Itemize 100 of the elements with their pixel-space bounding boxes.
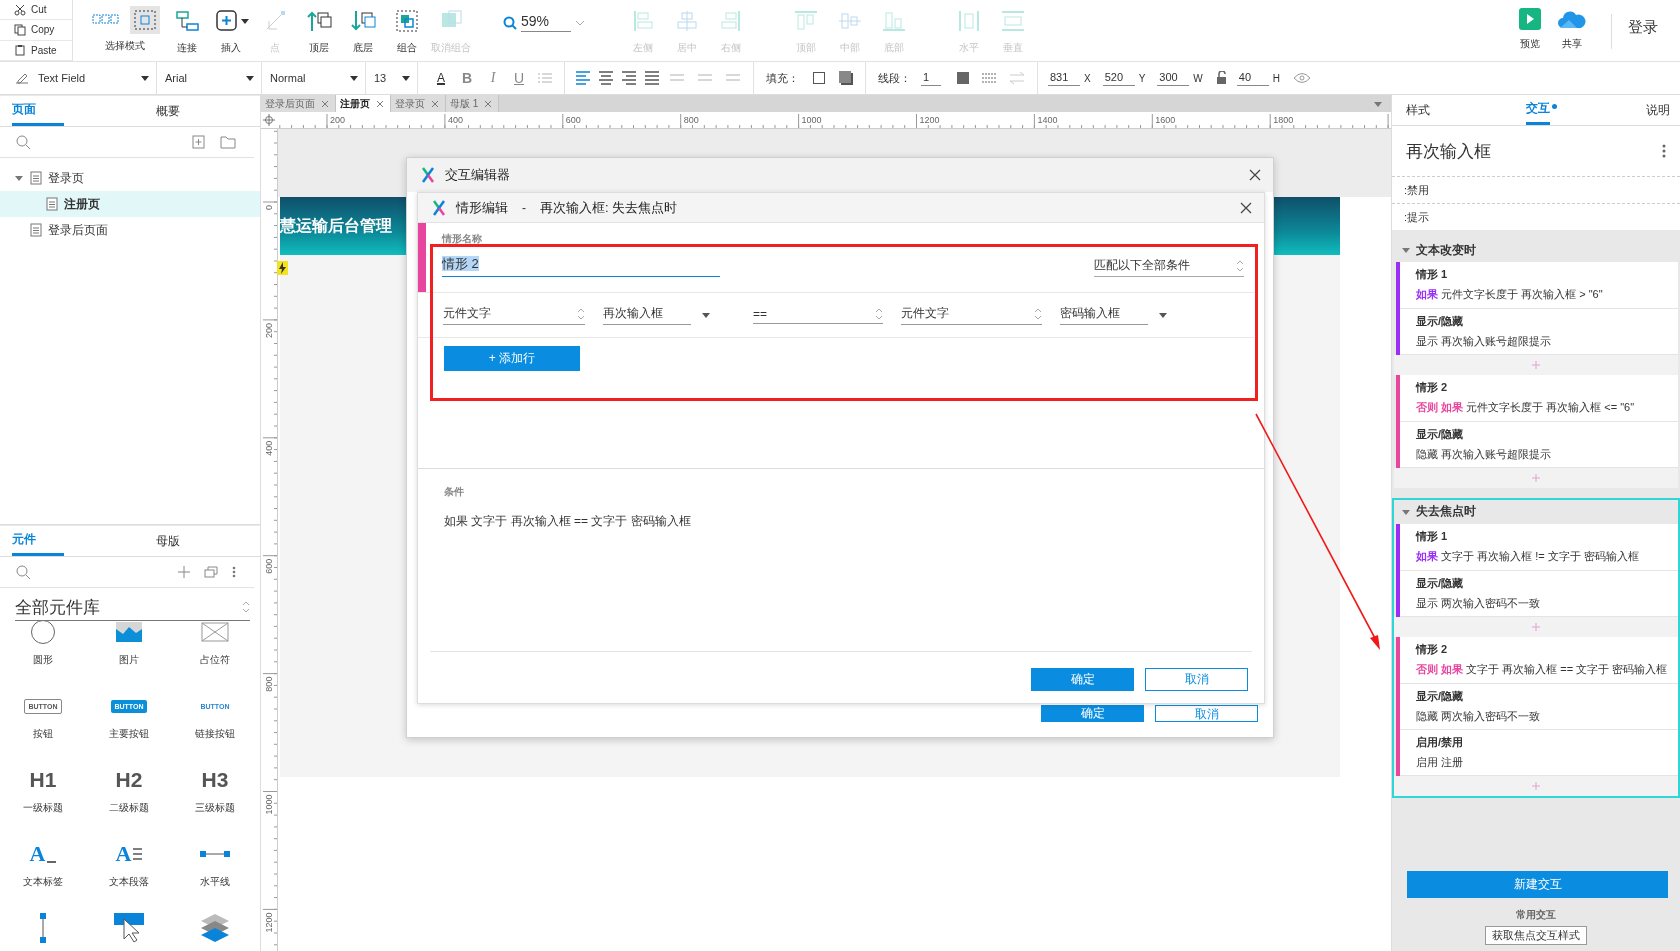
condition-dropdown[interactable]: 密码输入框 <box>1060 305 1148 325</box>
action-detail: 隐藏 再次输入账号超限提示 <box>1416 446 1553 462</box>
ruler-label: 600 <box>264 558 274 574</box>
up-down-icon <box>1034 306 1042 321</box>
coordinate-field[interactable]: 300 <box>1157 70 1190 86</box>
align-bottom-icon <box>880 9 908 33</box>
plus-icon <box>178 566 190 578</box>
component-label: 文本段落 <box>109 875 149 889</box>
match-select[interactable]: 匹配以下全部条件 <box>1094 257 1244 277</box>
case-name: 情形 2 <box>1416 379 1449 395</box>
page-item[interactable]: 登录后页面 <box>0 217 260 243</box>
action-card[interactable]: 显示/隐藏 隐藏 两次输入密码不一致 <box>1400 683 1678 730</box>
component-label: 主要按钮 <box>109 727 149 741</box>
condition-summary: 如果 文字于 再次输入框 == 文字于 密码输入框 <box>444 513 692 530</box>
ruler-label: 1200 <box>264 912 274 933</box>
toolbar-button[interactable]: 插入 <box>209 0 253 61</box>
panel-tab[interactable]: 页面 <box>12 96 64 126</box>
font-color-button[interactable]: A <box>428 71 454 85</box>
new-interaction-button[interactable]: 新建交互 <box>1407 871 1668 898</box>
condition-dropdown[interactable]: 再次输入框 <box>603 305 691 325</box>
dialog-title: 情形编辑 <box>456 198 508 217</box>
login-button[interactable]: 登录 <box>1628 18 1658 43</box>
heading-preview: H1 <box>29 768 57 792</box>
vertical-line-icon <box>39 913 47 943</box>
clipboard-button[interactable]: Copy <box>0 20 72 41</box>
coordinate-field[interactable]: 831 <box>1048 70 1080 86</box>
image-icon <box>115 621 143 643</box>
action-detail: 启用 注册 <box>1416 754 1465 770</box>
event-header[interactable]: 文本改变时 <box>1394 238 1678 262</box>
ruler-label: 800 <box>683 115 699 125</box>
action-detail: 隐藏 两次输入密码不一致 <box>1416 708 1542 724</box>
connector-icon <box>173 9 201 33</box>
action-card[interactable]: 启用/禁用 启用 注册 <box>1400 729 1678 776</box>
mode-button[interactable] <box>130 6 160 34</box>
component-label: 二级标题 <box>109 801 149 815</box>
caret-icon <box>349 74 359 82</box>
fill-color-swatch[interactable] <box>813 72 825 84</box>
event-header[interactable]: 失去焦点时 <box>1394 499 1678 524</box>
case-name-field[interactable]: 情形 2 <box>442 255 720 277</box>
panel-tab[interactable]: 说明 <box>1646 95 1670 125</box>
toolbar-button[interactable]: 顶层 <box>297 0 341 61</box>
common-interaction-item[interactable]: 获取焦点交互样式 <box>1485 926 1587 945</box>
case-card[interactable]: 情形 1 如果 文字于 再次输入框 != 文字于 密码输入框 <box>1400 523 1678 571</box>
library-dropdown[interactable]: 全部元件库 <box>15 594 250 621</box>
toolbar-button[interactable]: 底层 <box>341 0 385 61</box>
section-label: 常用交互 <box>1516 908 1556 922</box>
axis-label: Y <box>1138 72 1146 84</box>
case-card[interactable]: 情形 2 否则 如果 元件文字长度于 再次输入框 <= "6" <box>1400 374 1678 422</box>
panel-tab[interactable]: 样式 <box>1406 95 1430 125</box>
font-weight-dropdown[interactable]: Normal <box>262 62 366 94</box>
line-width-field[interactable]: 1 <box>921 70 941 86</box>
condition-select[interactable]: == <box>753 306 883 324</box>
clipboard-button[interactable]: Cut <box>0 0 72 21</box>
condition-select[interactable]: 元件文字 <box>443 305 585 325</box>
underline-button[interactable]: U <box>506 70 532 86</box>
coordinate-field[interactable]: 520 <box>1102 70 1135 86</box>
case-condition: 否则 如果 文字于 再次输入框 == 文字于 密码输入框 <box>1416 661 1669 677</box>
coordinate-field[interactable]: 40 <box>1236 70 1269 86</box>
x-logo-icon <box>421 166 435 184</box>
case-name: 情形 2 <box>1416 641 1449 657</box>
tool-label: 选择模式 <box>105 39 145 53</box>
panel-tab[interactable]: 母版 <box>76 526 260 556</box>
page-item[interactable]: 注册页 <box>0 191 260 217</box>
font-size-dropdown[interactable]: 13 <box>366 62 418 94</box>
widget-type-dropdown[interactable]: Text Field <box>0 62 157 94</box>
confirm-button[interactable]: 确定 <box>1031 668 1134 691</box>
action-card[interactable]: 显示/隐藏 显示 再次输入账号超限提示 <box>1400 308 1678 355</box>
widget-name: 再次输入框 <box>1406 140 1491 163</box>
dialog-subtitle: 再次输入框: 失去焦点时 <box>540 198 678 217</box>
page-item[interactable]: 登录页 <box>0 165 260 191</box>
case-condition: 否则 如果 元件文字长度于 再次输入框 <= "6" <box>1416 399 1636 415</box>
state-item[interactable]: :禁用 <box>1392 176 1680 203</box>
toolbar-button[interactable]: 共享 <box>1551 0 1593 61</box>
component-label: 图片 <box>119 653 139 667</box>
clipboard-button[interactable]: Paste <box>0 40 72 61</box>
add-row-button[interactable]: + 添加行 <box>444 346 580 371</box>
panel-tab[interactable]: 元件 <box>12 526 64 556</box>
action-card[interactable]: 显示/隐藏 隐藏 再次输入账号超限提示 <box>1400 421 1678 468</box>
action-card[interactable]: 显示/隐藏 显示 两次输入密码不一致 <box>1400 570 1678 617</box>
ruler-label: 400 <box>447 115 463 125</box>
add-icon <box>1532 781 1540 790</box>
italic-button[interactable]: I <box>480 70 506 86</box>
cancel-button[interactable]: 取消 <box>1155 705 1258 722</box>
bold-button[interactable]: B <box>454 70 480 86</box>
zoom-dropdown[interactable]: 59% <box>503 5 585 32</box>
chevron-icon <box>575 18 585 27</box>
toolbar-button[interactable]: 连接 <box>165 0 209 61</box>
title-separator: - <box>522 200 526 215</box>
case-card[interactable]: 情形 2 否则 如果 文字于 再次输入框 == 文字于 密码输入框 <box>1400 636 1678 684</box>
horizontal-line-icon <box>200 850 230 858</box>
toolbar-button[interactable]: 预览 <box>1509 0 1551 61</box>
cancel-button[interactable]: 取消 <box>1145 668 1248 691</box>
case-card[interactable]: 情形 1 如果 元件文字长度于 再次输入框 > "6" <box>1400 262 1678 309</box>
panel-tab[interactable]: 概要 <box>76 96 260 126</box>
close-button[interactable] <box>1247 167 1263 183</box>
toolbar-button[interactable]: 组合 <box>385 0 429 61</box>
font-dropdown[interactable]: Arial <box>157 62 262 94</box>
state-item[interactable]: :提示 <box>1392 203 1680 230</box>
condition-select[interactable]: 元件文字 <box>901 305 1042 325</box>
confirm-button[interactable]: 确定 <box>1041 705 1144 722</box>
